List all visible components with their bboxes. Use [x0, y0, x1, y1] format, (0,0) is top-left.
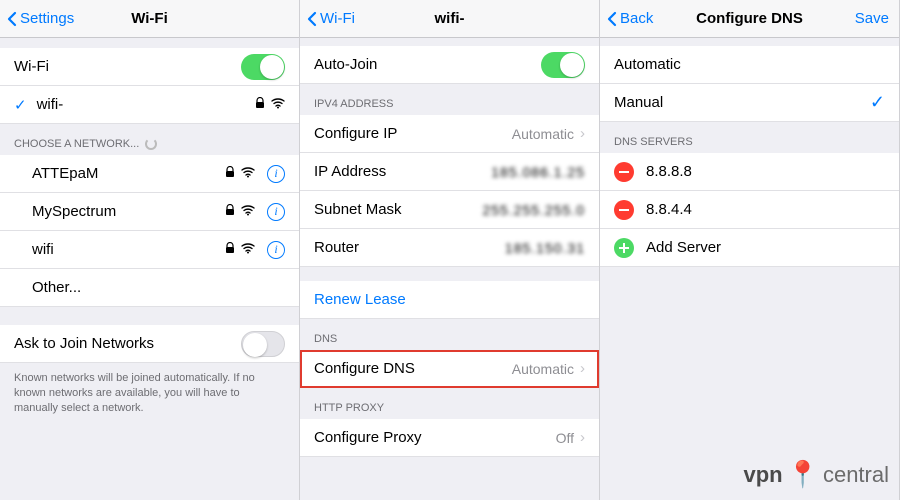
watermark: vpn 📍 central [743, 459, 889, 490]
configure-dns-label: Configure DNS [314, 360, 415, 377]
ip-address-row: IP Address 185.086.1.25 [300, 153, 599, 191]
wifi-settings-panel: Settings Wi-Fi Wi-Fi ✓ wifi- CHOOSE A NE… [0, 0, 300, 500]
network-row[interactable]: MySpectrum i [0, 193, 299, 231]
network-row[interactable]: ATTEpaM i [0, 155, 299, 193]
add-server-label: Add Server [646, 239, 721, 256]
configure-proxy-value: Off [556, 430, 574, 446]
wifi-icon [241, 241, 255, 258]
wifi-icon [241, 165, 255, 182]
network-row[interactable]: wifi i [0, 231, 299, 269]
renew-lease-label: Renew Lease [314, 291, 406, 308]
add-icon[interactable] [614, 238, 634, 258]
dns-manual-row[interactable]: Manual ✓ [600, 84, 899, 122]
automatic-label: Automatic [614, 56, 681, 73]
network-name: wifi [32, 241, 54, 258]
subnet-row: Subnet Mask 255.255.255.0 [300, 191, 599, 229]
page-title: Configure DNS [696, 10, 803, 27]
chevron-right-icon: › [580, 360, 585, 377]
wifi-toggle[interactable] [241, 54, 285, 80]
chevron-right-icon: › [580, 429, 585, 446]
proxy-header: HTTP PROXY [300, 388, 599, 419]
ipv4-header: IPV4 ADDRESS [300, 84, 599, 115]
renew-lease-row[interactable]: Renew Lease [300, 281, 599, 319]
page-title: wifi- [435, 10, 465, 27]
ask-footer: Known networks will be joined automatica… [0, 363, 299, 424]
watermark-vpn: vpn [743, 462, 782, 488]
lock-icon [225, 165, 235, 182]
ip-value: 185.086.1.25 [491, 164, 585, 180]
chevron-left-icon [306, 11, 318, 27]
configure-proxy-label: Configure Proxy [314, 429, 422, 446]
ask-label: Ask to Join Networks [14, 335, 154, 352]
chevron-left-icon [606, 11, 618, 27]
lock-icon [225, 203, 235, 220]
choose-network-header: CHOOSE A NETWORK... [0, 124, 299, 155]
configure-proxy-row[interactable]: Configure Proxy Off › [300, 419, 599, 457]
router-row: Router 185.150.31 [300, 229, 599, 267]
check-icon: ✓ [14, 96, 27, 114]
chevron-left-icon [6, 11, 18, 27]
navbar: Back Configure DNS Save [600, 0, 899, 38]
other-label: Other... [32, 279, 81, 296]
page-title: Wi-Fi [131, 10, 168, 27]
ip-label: IP Address [314, 163, 386, 180]
subnet-value: 255.255.255.0 [482, 202, 585, 218]
dns-auto-row[interactable]: Automatic [600, 46, 899, 84]
info-icon[interactable]: i [267, 241, 285, 259]
wifi-icon [241, 203, 255, 220]
manual-label: Manual [614, 94, 663, 111]
configure-dns-value: Automatic [512, 361, 574, 377]
dns-server-row[interactable]: 8.8.4.4 [600, 191, 899, 229]
dns-server-value: 8.8.8.8 [646, 163, 692, 180]
wifi-toggle-row[interactable]: Wi-Fi [0, 48, 299, 86]
lock-icon [255, 96, 265, 113]
network-name: MySpectrum [32, 203, 116, 220]
info-icon[interactable]: i [267, 165, 285, 183]
watermark-central: central [823, 462, 889, 488]
wifi-label: Wi-Fi [14, 58, 49, 75]
ask-to-join-row[interactable]: Ask to Join Networks [0, 325, 299, 363]
configure-ip-label: Configure IP [314, 125, 397, 142]
configure-dns-row[interactable]: Configure DNS Automatic › [300, 350, 599, 388]
connected-network-row[interactable]: ✓ wifi- [0, 86, 299, 124]
navbar: Wi-Fi wifi- [300, 0, 599, 38]
autojoin-label: Auto-Join [314, 56, 377, 73]
check-icon: ✓ [870, 92, 885, 113]
back-label: Wi-Fi [320, 10, 355, 27]
spinner-icon [145, 138, 157, 150]
back-label: Settings [20, 10, 74, 27]
add-server-row[interactable]: Add Server [600, 229, 899, 267]
wifi-icon [271, 96, 285, 113]
ask-toggle[interactable] [241, 331, 285, 357]
dns-server-value: 8.8.4.4 [646, 201, 692, 218]
router-label: Router [314, 239, 359, 256]
autojoin-toggle[interactable] [541, 52, 585, 78]
network-name: ATTEpaM [32, 165, 98, 182]
subnet-label: Subnet Mask [314, 201, 402, 218]
save-button[interactable]: Save [855, 10, 889, 27]
navbar: Settings Wi-Fi [0, 0, 299, 38]
autojoin-row[interactable]: Auto-Join [300, 46, 599, 84]
back-label: Back [620, 10, 653, 27]
configure-ip-value: Automatic [512, 126, 574, 142]
info-icon[interactable]: i [267, 203, 285, 221]
network-detail-panel: Wi-Fi wifi- Auto-Join IPV4 ADDRESS Confi… [300, 0, 600, 500]
choose-network-label: CHOOSE A NETWORK... [14, 138, 139, 150]
back-button[interactable]: Wi-Fi [306, 10, 355, 27]
dns-server-row[interactable]: 8.8.8.8 [600, 153, 899, 191]
configure-ip-row[interactable]: Configure IP Automatic › [300, 115, 599, 153]
back-button[interactable]: Settings [6, 10, 74, 27]
configure-dns-panel: Back Configure DNS Save Automatic Manual… [600, 0, 900, 500]
dns-servers-header: DNS SERVERS [600, 122, 899, 153]
connected-network-name: wifi- [37, 96, 64, 113]
delete-icon[interactable] [614, 162, 634, 182]
other-network-row[interactable]: Other... [0, 269, 299, 307]
chevron-right-icon: › [580, 125, 585, 142]
lock-icon [225, 241, 235, 258]
dns-header: DNS [300, 319, 599, 350]
router-value: 185.150.31 [505, 240, 585, 256]
delete-icon[interactable] [614, 200, 634, 220]
pin-icon: 📍 [787, 459, 819, 490]
back-button[interactable]: Back [606, 10, 653, 27]
